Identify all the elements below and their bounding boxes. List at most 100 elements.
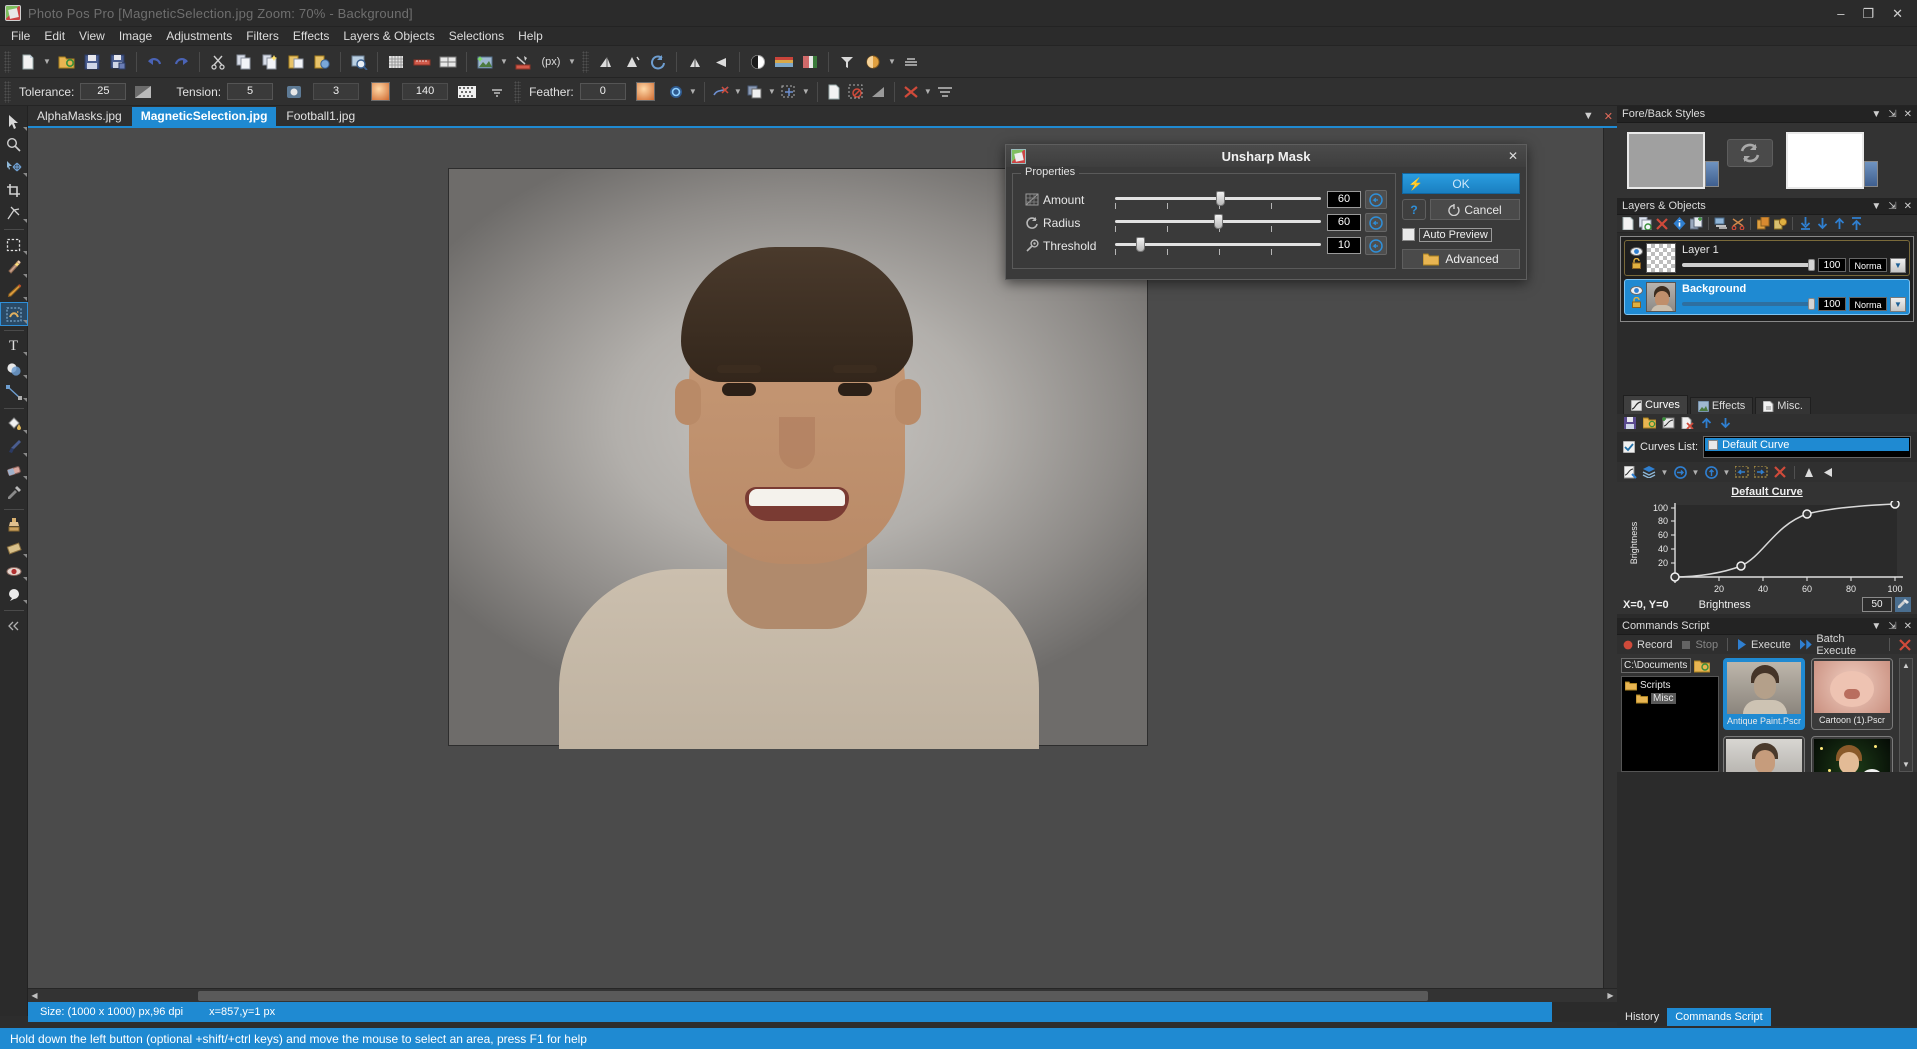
move-down-button[interactable] [1814, 216, 1830, 232]
swap-colors-button[interactable] [1727, 139, 1773, 167]
tool-dropdown-arrow-icon[interactable] [23, 476, 27, 480]
layer-blend-mode-value[interactable]: Norma [1849, 258, 1887, 272]
menu-help[interactable]: Help [511, 27, 550, 45]
tool-shape[interactable] [1, 358, 27, 380]
tool-smudge[interactable] [1, 583, 27, 605]
menu-edit[interactable]: Edit [37, 27, 72, 45]
layer-row[interactable]: Layer 1 100 Norma ▼ [1624, 240, 1910, 276]
threshold-slider[interactable] [1115, 236, 1321, 256]
layers-close-icon[interactable]: ✕ [1904, 201, 1912, 212]
gradient-selection-icon[interactable] [867, 82, 889, 102]
tool-clone-stamp[interactable] [1, 514, 27, 536]
undo-icon[interactable] [142, 49, 168, 75]
toolbar-grip[interactable] [4, 51, 11, 73]
tool-dropdown-arrow-icon[interactable] [23, 600, 27, 604]
advanced-button[interactable]: Advanced [1402, 249, 1520, 269]
menu-filters[interactable]: Filters [239, 27, 286, 45]
tool-dropdown-arrow-icon[interactable] [23, 320, 27, 324]
save-icon[interactable] [79, 49, 105, 75]
tool-lasso[interactable] [1, 280, 27, 302]
tree-item-misc-label[interactable]: Misc [1651, 693, 1676, 704]
tool-dropdown-arrow-icon[interactable] [23, 127, 27, 131]
tool-dropdown-arrow-icon[interactable] [23, 554, 27, 558]
script-item[interactable] [1723, 736, 1805, 772]
tool-magic-wand[interactable] [1, 257, 27, 279]
threshold-reset-button[interactable] [1365, 236, 1387, 255]
move-selection-dropdown-icon[interactable]: ▼ [800, 79, 812, 105]
script-folder-tree[interactable]: Scripts Misc [1621, 676, 1719, 772]
tool-dropdown-arrow-icon[interactable] [23, 352, 27, 356]
tolerance-input[interactable]: 25 [80, 83, 126, 100]
layer-properties-button[interactable] [1671, 216, 1687, 232]
batch-execute-button[interactable]: Batch Execute [1800, 633, 1880, 657]
tab-misc[interactable]: Misc. [1755, 397, 1811, 414]
load-curve-button[interactable] [1641, 415, 1657, 431]
layer-thumbnail[interactable] [1646, 282, 1676, 312]
options-more-icon[interactable] [486, 82, 508, 102]
grid-icon[interactable] [383, 49, 409, 75]
add-curve-button[interactable] [1660, 415, 1676, 431]
flip-horizontal-icon[interactable] [593, 49, 619, 75]
tension-input[interactable]: 5 [227, 83, 273, 100]
antialias-icon[interactable] [665, 82, 687, 102]
tool-pan-move[interactable] [1, 156, 27, 178]
layers-pin-icon[interactable]: ⇲ [1888, 201, 1896, 212]
edge-color-swatch[interactable] [371, 82, 390, 101]
remove-selection-icon[interactable] [710, 82, 732, 102]
document-minimize-icon[interactable]: ▼ [1583, 110, 1594, 123]
cut-icon[interactable] [205, 49, 231, 75]
ok-button[interactable]: ⚡ OK [1402, 173, 1520, 194]
menu-file[interactable]: File [4, 27, 37, 45]
new-document-dropdown-icon[interactable]: ▼ [41, 49, 53, 75]
tab-commands-script[interactable]: Commands Script [1667, 1008, 1770, 1026]
apply-curve-button[interactable] [1622, 464, 1638, 480]
auto-preview-checkbox[interactable] [1402, 228, 1415, 241]
delete-layer-button[interactable] [1654, 216, 1670, 232]
amount-reset-button[interactable] [1365, 190, 1387, 209]
add-layer-mask-button[interactable] [1688, 216, 1704, 232]
measure-tool-icon[interactable] [510, 49, 536, 75]
auto-preview-label[interactable]: Auto Preview [1419, 228, 1492, 242]
curves-list-item[interactable]: Default Curve [1705, 438, 1909, 451]
zoom-search-icon[interactable] [346, 49, 372, 75]
color-balance-icon[interactable] [797, 49, 823, 75]
contrast-icon[interactable] [745, 49, 771, 75]
amount-slider-knob[interactable] [1216, 191, 1225, 206]
layer-row[interactable]: Background 100 Norma ▼ [1624, 279, 1910, 315]
tab-curves[interactable]: Curves [1623, 395, 1688, 414]
threshold-slider-knob[interactable] [1136, 237, 1145, 252]
save-curve-button[interactable] [1622, 415, 1638, 431]
image-effects-icon[interactable] [472, 49, 498, 75]
layers-list[interactable]: Layer 1 100 Norma ▼ [1620, 236, 1914, 322]
open-file-icon[interactable] [53, 49, 79, 75]
curve-layers-button[interactable] [1641, 464, 1657, 480]
layer-blend-mode-dropdown-icon[interactable]: ▼ [1890, 297, 1906, 312]
duplicate-layer-button[interactable] [1637, 216, 1653, 232]
script-item[interactable]: Cartoon (1).Pscr [1811, 658, 1893, 730]
tool-paint-bucket[interactable] [1, 413, 27, 435]
execute-button[interactable]: Execute [1737, 639, 1791, 651]
lock-icon[interactable] [1631, 258, 1642, 269]
layer-blend-mode-dropdown-icon[interactable]: ▼ [1890, 258, 1906, 273]
selection-list-icon[interactable] [934, 82, 956, 102]
layer-opacity-knob[interactable] [1808, 259, 1815, 271]
delete-script-button[interactable] [1899, 639, 1911, 651]
redo-icon[interactable] [168, 49, 194, 75]
move-curve-up-button[interactable] [1698, 415, 1714, 431]
collapse-tool-panel-button[interactable] [1, 615, 27, 637]
stop-button[interactable]: Stop [1681, 639, 1718, 651]
tool-text[interactable]: T [1, 335, 27, 357]
layer-opacity-value[interactable]: 100 [1818, 297, 1846, 311]
eyedropper-icon[interactable] [1895, 597, 1911, 612]
rotate-left-button[interactable] [1734, 464, 1750, 480]
tool-dropdown-arrow-icon[interactable] [23, 297, 27, 301]
tool-dropdown-arrow-icon[interactable] [23, 577, 27, 581]
curves-list-checkbox[interactable] [1623, 441, 1635, 453]
commands-script-collapse-icon[interactable]: ▼ [1871, 621, 1881, 632]
save-as-icon[interactable] [105, 49, 131, 75]
close-button[interactable]: ✕ [1892, 7, 1903, 20]
document-tab-football1[interactable]: Football1.jpg [277, 107, 364, 126]
copy-merged-icon[interactable] [257, 49, 283, 75]
background-color-swatch[interactable] [1786, 132, 1864, 189]
rotate-right-button[interactable] [1753, 464, 1769, 480]
